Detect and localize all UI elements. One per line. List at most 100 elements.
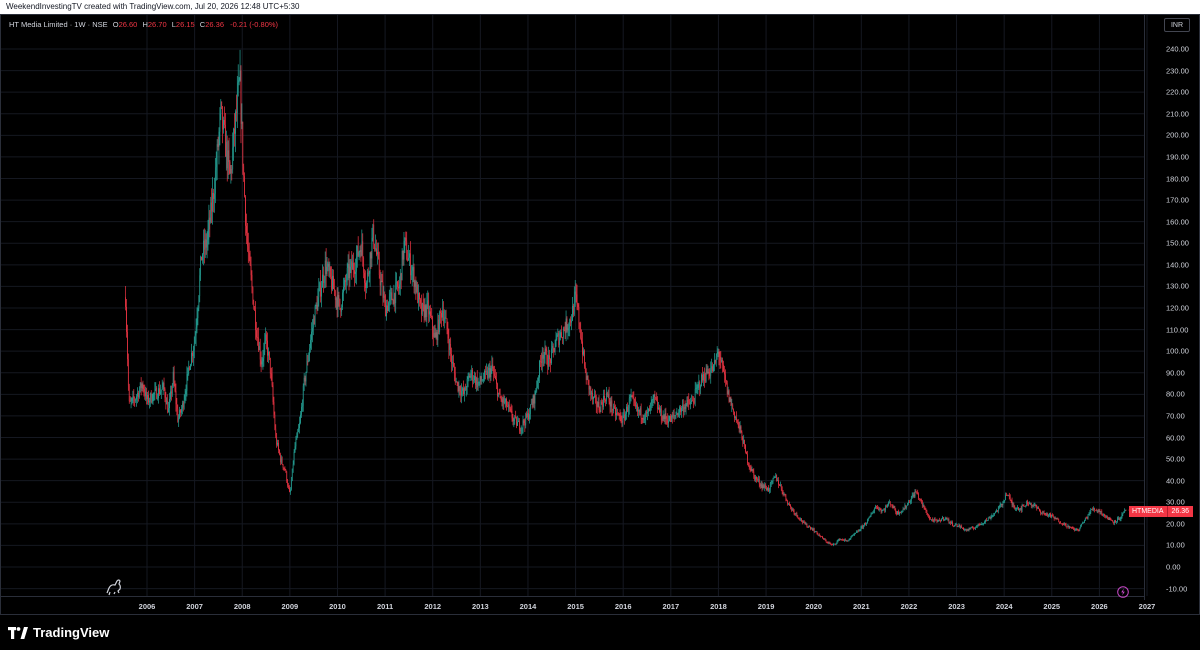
- candle-825: [880, 508, 882, 514]
- candle-571: [648, 408, 649, 417]
- candle-1031: [1069, 525, 1071, 529]
- candle-986: [1028, 501, 1029, 507]
- candle-872: [923, 504, 925, 510]
- chart-area[interactable]: [0, 14, 1200, 615]
- candle-206: [313, 315, 315, 325]
- candle-1085: [1118, 517, 1120, 521]
- candle-455: [541, 346, 543, 373]
- candle-484: [568, 322, 570, 337]
- candle-290: [390, 287, 392, 305]
- candle-570: [647, 406, 648, 421]
- candle-320: [418, 284, 419, 311]
- candle-918: [965, 528, 967, 532]
- candle-345: [441, 310, 442, 328]
- candle-127: [241, 103, 243, 130]
- y-tick-label: -10.00: [1166, 584, 1188, 594]
- candle-438: [526, 411, 528, 419]
- candle-1071: [1106, 515, 1107, 519]
- candle-159: [270, 368, 272, 381]
- candle-853: [906, 505, 908, 510]
- candle-972: [1015, 507, 1017, 511]
- candle-66: [185, 384, 187, 401]
- candle-531: [611, 396, 613, 417]
- tradingview-logo[interactable]: TradingView: [8, 625, 109, 640]
- candle-661: [730, 396, 732, 407]
- candle-878: [929, 515, 930, 521]
- candle-995: [1036, 504, 1038, 511]
- candle-396: [487, 364, 489, 382]
- candle-72: [191, 343, 192, 367]
- candle-442: [529, 404, 531, 420]
- candle-882: [932, 519, 934, 523]
- candle-12: [136, 394, 137, 407]
- candle-703: [769, 487, 770, 494]
- candle-552: [630, 388, 632, 402]
- candle-506: [588, 379, 590, 397]
- candle-627: [699, 380, 701, 397]
- candle-782: [841, 539, 843, 541]
- candle-263: [366, 280, 367, 294]
- candle-172: [282, 464, 284, 471]
- candle-229: [334, 289, 336, 308]
- candle-146: [258, 341, 260, 351]
- candle-983: [1025, 505, 1027, 508]
- candle-429: [518, 417, 519, 423]
- candle-148: [260, 351, 262, 372]
- price-chart[interactable]: [0, 14, 1200, 615]
- candle-809: [866, 522, 867, 526]
- candle-312: [410, 265, 412, 281]
- x-tick-label: 2016: [614, 602, 632, 611]
- candle-98: [214, 157, 216, 204]
- candle-217: [323, 275, 325, 289]
- candle-278: [379, 269, 381, 296]
- candle-691: [758, 475, 759, 483]
- candle-602: [676, 407, 678, 416]
- candle-1068: [1103, 513, 1104, 517]
- candle-1032: [1070, 526, 1071, 528]
- candle-1026: [1064, 522, 1066, 526]
- candle-940: [986, 517, 987, 522]
- y-tick-label: 90.00: [1166, 368, 1185, 378]
- candle-14: [138, 390, 139, 402]
- candle-925: [972, 525, 974, 529]
- y-tick-label: 240.00: [1166, 44, 1189, 54]
- candle-257: [360, 244, 362, 262]
- candle-933: [979, 522, 981, 526]
- candle-292: [392, 298, 394, 305]
- candle-239: [344, 277, 345, 291]
- candle-173: [283, 467, 285, 472]
- candle-541: [620, 412, 622, 424]
- time-axis[interactable]: [0, 596, 1144, 597]
- candle-434: [522, 415, 524, 434]
- candle-811: [867, 517, 869, 522]
- candle-508: [590, 386, 592, 402]
- candle-425: [514, 415, 516, 425]
- flash-icon[interactable]: [1117, 586, 1129, 598]
- candle-834: [888, 499, 890, 504]
- candle-1051: [1087, 513, 1089, 520]
- candle-1083: [1116, 516, 1118, 523]
- candle-84: [202, 253, 203, 264]
- candle-393: [485, 365, 486, 380]
- candle-366: [460, 385, 462, 403]
- candle-1082: [1116, 521, 1117, 525]
- candle-243: [347, 254, 349, 281]
- candle-738: [801, 518, 802, 523]
- candle-619: [692, 395, 693, 402]
- candle-77: [195, 318, 197, 347]
- candle-291: [391, 287, 393, 301]
- candle-450: [537, 377, 539, 389]
- candle-821: [877, 505, 878, 510]
- candle-585: [660, 404, 662, 425]
- candle-947: [992, 515, 994, 518]
- candle-716: [780, 483, 782, 491]
- candle-99: [215, 151, 217, 181]
- candle-512: [594, 389, 595, 399]
- candle-416: [506, 397, 507, 411]
- symbol-name[interactable]: HT Media Limited · 1W · NSE: [9, 20, 108, 29]
- candle-453: [540, 355, 541, 367]
- open-value: 26.60: [118, 20, 138, 29]
- candle-887: [937, 519, 939, 523]
- candle-330: [427, 290, 429, 310]
- candle-342: [438, 314, 440, 335]
